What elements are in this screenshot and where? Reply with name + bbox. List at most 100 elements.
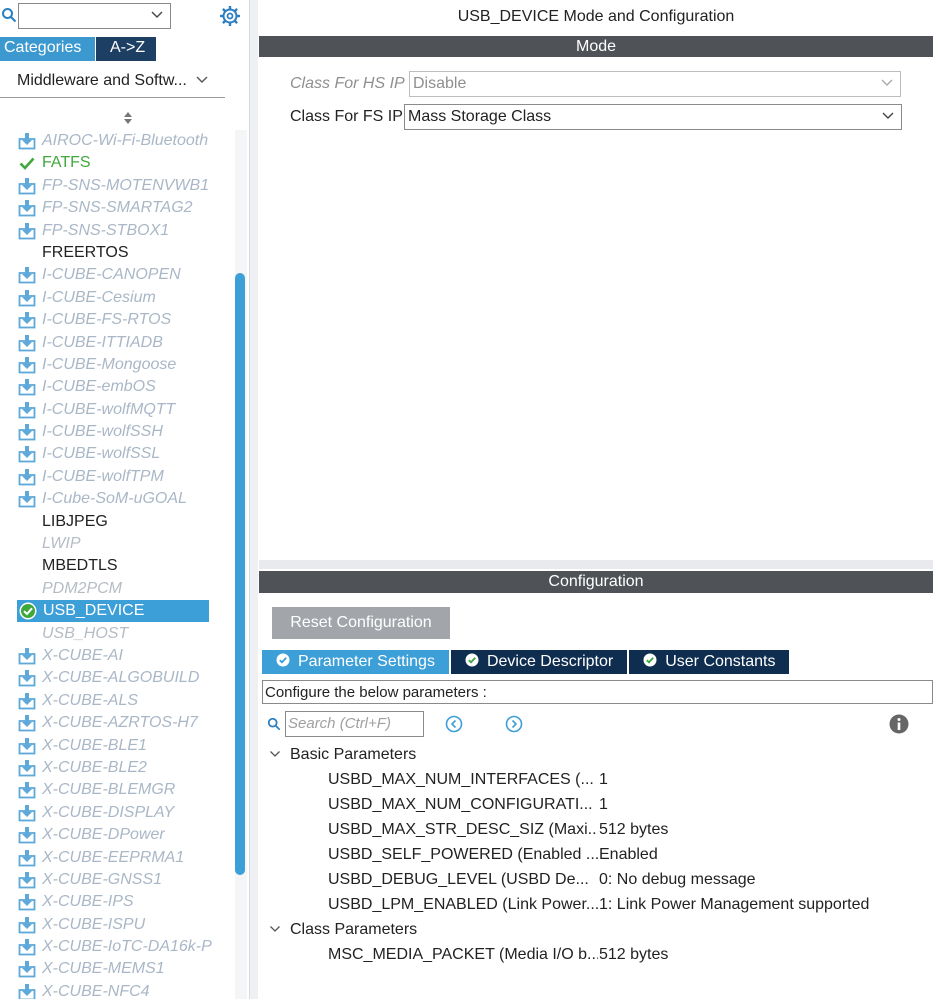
tab-user-constants[interactable]: User Constants	[629, 650, 790, 674]
mode-config-splitter[interactable]	[259, 560, 933, 569]
tab-categories[interactable]: Categories	[0, 37, 95, 61]
parameter-name: USBD_MAX_NUM_CONFIGURATI...	[328, 796, 593, 813]
component-item[interactable]: FATFS	[0, 152, 235, 174]
component-item[interactable]: X-CUBE-AI	[0, 645, 235, 667]
component-item[interactable]: LWIP	[0, 533, 235, 555]
tab-a-to-z[interactable]: A->Z	[96, 37, 156, 61]
download-icon	[18, 133, 36, 150]
tab-parameter-settings-label: Parameter Settings	[298, 653, 435, 670]
component-item[interactable]: I-CUBE-wolfTPM	[0, 466, 235, 488]
component-item[interactable]: USB_HOST	[0, 623, 235, 645]
chevron-down-icon	[196, 76, 208, 83]
component-item[interactable]: X-CUBE-AZRTOS-H7	[0, 712, 235, 734]
next-match-icon[interactable]	[505, 715, 523, 733]
component-item[interactable]: X-CUBE-IPS	[0, 891, 235, 913]
parameter-row[interactable]: USBD_SELF_POWERED (Enabled ... Enabled	[259, 844, 933, 869]
download-icon	[18, 647, 36, 665]
component-item[interactable]: I-CUBE-wolfMQTT	[0, 399, 235, 421]
component-item[interactable]: X-CUBE-GNSS1	[0, 869, 235, 891]
parameter-row[interactable]: USBD_MAX_STR_DESC_SIZ (Maxi... 512 bytes	[259, 819, 933, 844]
component-item-label: LWIP	[42, 535, 81, 553]
component-item-label: I-Cube-SoM-uGOAL	[42, 490, 187, 508]
search-combo[interactable]	[18, 3, 171, 29]
download-icon	[18, 312, 36, 329]
component-item-label: X-CUBE-NFC4	[42, 982, 150, 999]
component-item[interactable]: I-CUBE-ITTIADB	[0, 332, 235, 354]
component-item[interactable]: X-CUBE-MEMS1	[0, 958, 235, 980]
component-item[interactable]: FP-SNS-MOTENVWB1	[0, 175, 235, 197]
component-item-label: X-CUBE-AZRTOS-H7	[42, 714, 198, 732]
parameter-value[interactable]: 512 bytes	[599, 946, 668, 964]
parameter-name: USBD_DEBUG_LEVEL (USBD De...	[328, 871, 589, 888]
class-fs-select[interactable]: Mass Storage Class	[404, 104, 902, 130]
component-item[interactable]: I-CUBE-Cesium	[0, 287, 235, 309]
tab-parameter-settings[interactable]: Parameter Settings	[262, 650, 449, 674]
component-item[interactable]: LIBJPEG	[0, 511, 235, 533]
parameter-value[interactable]: 1: Link Power Management supported	[599, 896, 869, 914]
list-scrollbar-thumb[interactable]	[235, 273, 245, 875]
component-item[interactable]: I-CUBE-wolfSSH	[0, 421, 235, 443]
component-item[interactable]: X-CUBE-EEPRMA1	[0, 847, 235, 869]
parameter-search-input[interactable]: Search (Ctrl+F)	[285, 711, 424, 737]
parameter-group[interactable]: Class Parameters	[259, 919, 933, 944]
sort-icon[interactable]	[122, 111, 134, 125]
component-item[interactable]: FP-SNS-STBOX1	[0, 220, 235, 242]
parameter-row[interactable]: USBD_LPM_ENABLED (Link Power... 1: Link P…	[259, 894, 933, 919]
component-item[interactable]: AIROC-Wi-Fi-Bluetooth	[0, 130, 235, 152]
chevron-down-icon[interactable]	[269, 923, 281, 935]
component-item-label: I-CUBE-wolfSSL	[42, 445, 161, 463]
parameter-value[interactable]: 1	[599, 796, 608, 814]
parameter-row[interactable]: MSC_MEDIA_PACKET (Media I/O b... 512 byte…	[259, 944, 933, 969]
component-item-label: USB_HOST	[42, 624, 129, 642]
gear-icon[interactable]	[219, 5, 241, 27]
component-item[interactable]: X-CUBE-DISPLAY	[0, 802, 235, 824]
component-item[interactable]: MBEDTLS	[0, 555, 235, 577]
component-item[interactable]: X-CUBE-IoTC-DA16k-P	[0, 936, 235, 958]
component-item[interactable]: X-CUBE-ALS	[0, 690, 235, 712]
parameter-row[interactable]: USBD_MAX_NUM_CONFIGURATI... 1	[259, 794, 933, 819]
chevron-down-icon	[882, 112, 894, 119]
tab-device-descriptor[interactable]: Device Descriptor	[450, 650, 628, 674]
previous-match-icon[interactable]	[445, 715, 463, 733]
configure-hint: Configure the below parameters :	[262, 680, 933, 704]
download-icon	[18, 379, 36, 396]
download-icon	[18, 692, 36, 710]
parameter-value[interactable]: 512 bytes	[599, 821, 668, 839]
class-hs-value: Disable	[413, 75, 467, 92]
component-item-label: X-CUBE-EEPRMA1	[42, 848, 185, 866]
parameter-value[interactable]: 0: No debug message	[599, 871, 756, 889]
component-item[interactable]: I-CUBE-CANOPEN	[0, 264, 235, 286]
download-icon	[18, 804, 36, 822]
download-icon	[18, 983, 36, 999]
component-item-label: I-CUBE-CANOPEN	[42, 266, 181, 284]
component-item[interactable]: X-CUBE-ISPU	[0, 914, 235, 936]
info-icon[interactable]	[889, 714, 909, 734]
component-item[interactable]: X-CUBE-DPower	[0, 824, 235, 846]
component-item[interactable]: X-CUBE-NFC4	[0, 981, 235, 999]
component-item[interactable]: I-CUBE-embOS	[0, 376, 235, 398]
parameter-value[interactable]: Enabled	[599, 846, 658, 864]
component-item[interactable]: USB_DEVICE	[0, 600, 235, 623]
download-icon	[18, 894, 36, 911]
category-select[interactable]: Middleware and Softw...	[0, 68, 225, 98]
component-item[interactable]: I-CUBE-wolfSSL	[0, 443, 235, 465]
class-hs-select[interactable]: Disable	[409, 71, 901, 97]
component-item[interactable]: PDM2PCM	[0, 578, 235, 600]
component-item[interactable]: FREERTOS	[0, 242, 235, 264]
chevron-down-icon[interactable]	[269, 748, 281, 760]
component-item[interactable]: X-CUBE-BLE1	[0, 735, 235, 757]
reset-configuration-button[interactable]: Reset Configuration	[272, 607, 450, 639]
component-item[interactable]: X-CUBE-BLE2	[0, 757, 235, 779]
download-icon	[18, 849, 36, 866]
component-item[interactable]: I-CUBE-Mongoose	[0, 354, 235, 376]
component-item[interactable]: I-Cube-SoM-uGOAL	[0, 488, 235, 510]
parameter-row[interactable]: USBD_DEBUG_LEVEL (USBD De... 0: No debug …	[259, 869, 933, 894]
component-item[interactable]: X-CUBE-ALGOBUILD	[0, 667, 235, 689]
parameter-value[interactable]: 1	[599, 771, 608, 789]
parameter-row[interactable]: USBD_MAX_NUM_INTERFACES (... 1	[259, 769, 933, 794]
component-item[interactable]: X-CUBE-BLEMGR	[0, 779, 235, 801]
component-item[interactable]: FP-SNS-SMARTAG2	[0, 197, 235, 219]
panel-splitter[interactable]	[249, 0, 258, 999]
parameter-group[interactable]: Basic Parameters	[259, 744, 933, 769]
component-item[interactable]: I-CUBE-FS-RTOS	[0, 309, 235, 331]
